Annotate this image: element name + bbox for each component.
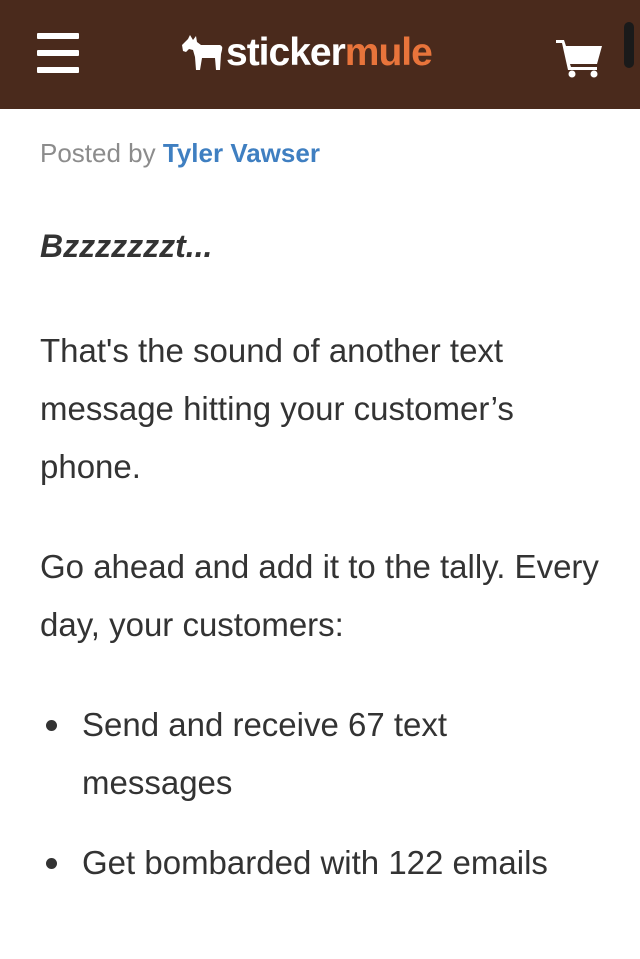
scrollbar-thumb[interactable] xyxy=(624,22,634,68)
shopping-cart-icon[interactable] xyxy=(556,38,604,78)
hamburger-menu-icon[interactable] xyxy=(37,33,79,73)
sticker-mule-logo[interactable]: stickermule xyxy=(180,30,433,76)
article-paragraph: That's the sound of another text message… xyxy=(40,332,514,485)
list-item-text: Get bombarded with 122 emails xyxy=(82,844,548,881)
posted-by-label: Posted by xyxy=(40,138,156,168)
author-link[interactable]: Tyler Vawser xyxy=(163,138,320,168)
brand-wordmark: stickermule xyxy=(226,30,433,76)
bullet-icon xyxy=(46,720,57,731)
menu-line xyxy=(37,33,79,39)
cart-glyph xyxy=(556,40,602,78)
stats-bullet-list: Send and receive 67 text messages Get bo… xyxy=(0,696,640,914)
top-nav-bar: stickermule xyxy=(0,0,640,109)
list-item: Send and receive 67 text messages xyxy=(0,696,562,812)
list-item: Get bombarded with 122 emails xyxy=(0,834,562,892)
post-byline: Posted by Tyler Vawser xyxy=(40,138,320,169)
article-paragraph: Go ahead and add it to the tally. Every … xyxy=(40,548,599,643)
lead-text: Bzzzzzzzt... xyxy=(40,228,213,264)
brand-part-sticker: sticker xyxy=(226,31,346,74)
mule-logo-icon xyxy=(182,35,223,70)
brand-part-mule: mule xyxy=(344,31,433,74)
bullet-icon xyxy=(46,858,57,869)
menu-line xyxy=(37,67,79,73)
list-item-text: Send and receive 67 text messages xyxy=(82,706,448,801)
menu-line xyxy=(37,50,79,56)
